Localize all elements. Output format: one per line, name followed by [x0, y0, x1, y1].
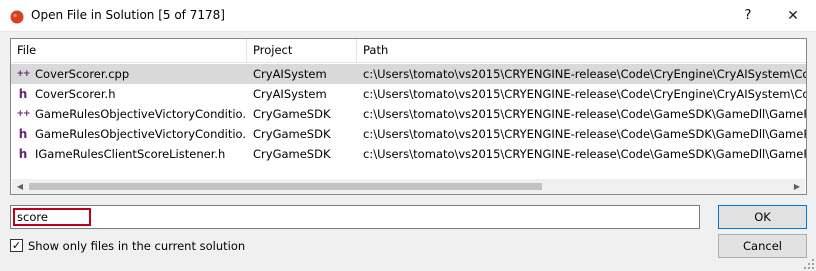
scroll-left-arrow-icon[interactable]: ◀	[12, 179, 28, 194]
file-name-cell: h IGameRulesClientScoreListener.h	[11, 144, 247, 164]
file-name-cell: ++ GameRulesObjectiveVictoryConditio...	[11, 104, 247, 124]
project-cell: CryAISystem	[253, 67, 327, 81]
file-name-text: CoverScorer.cpp	[35, 67, 130, 81]
resize-grip-icon[interactable]	[804, 259, 814, 269]
project-cell: CryGameSDK	[253, 107, 331, 121]
file-name-cell: h GameRulesObjectiveVictoryConditio...	[11, 124, 247, 144]
ok-button[interactable]: OK	[718, 205, 807, 229]
cancel-button[interactable]: Cancel	[718, 234, 807, 258]
search-field-container[interactable]	[10, 205, 700, 229]
header-file-icon: h	[18, 147, 28, 161]
table-row[interactable]: h IGameRulesClientScoreListener.h CryGameS…	[11, 144, 806, 164]
file-name-cell: ++ CoverScorer.cpp	[11, 64, 247, 84]
title-bar: Open File in Solution [5 of 7178] ? ✕	[0, 0, 816, 32]
cpp-file-icon: ++	[16, 69, 30, 79]
column-header-path[interactable]: Path	[357, 39, 806, 62]
help-button[interactable]: ?	[735, 4, 761, 28]
file-name-text: IGameRulesClientScoreListener.h	[35, 147, 226, 161]
search-input[interactable]	[13, 208, 91, 226]
file-rows: ++ CoverScorer.cpp CryAISystem c:\Users\tom…	[11, 64, 806, 164]
file-list[interactable]: File Project Path ++ CoverScorer.cpp CryAI…	[10, 38, 807, 195]
project-cell: CryGameSDK	[253, 147, 331, 161]
path-cell: c:\Users\tomato\vs2015\CRYENGINE-release…	[363, 87, 806, 101]
show-only-solution-checkbox[interactable]: ✓	[10, 239, 23, 252]
path-cell: c:\Users\tomato\vs2015\CRYENGINE-release…	[363, 107, 806, 121]
header-file-icon: h	[18, 127, 28, 141]
table-row[interactable]: h GameRulesObjectiveVictoryConditio... Cry…	[11, 124, 806, 144]
project-cell: CryAISystem	[253, 87, 327, 101]
window-title: Open File in Solution [5 of 7178]	[31, 8, 225, 22]
path-cell: c:\Users\tomato\vs2015\CRYENGINE-release…	[363, 147, 806, 161]
path-cell: c:\Users\tomato\vs2015\CRYENGINE-release…	[363, 67, 806, 81]
cpp-file-icon: ++	[16, 109, 30, 119]
close-button[interactable]: ✕	[778, 4, 808, 28]
column-header-file[interactable]: File	[11, 39, 247, 62]
file-name-text: GameRulesObjectiveVictoryConditio...	[35, 107, 247, 121]
column-header-row: File Project Path	[11, 39, 806, 63]
table-row[interactable]: ++ GameRulesObjectiveVictoryConditio... Cr…	[11, 104, 806, 124]
tomato-app-icon	[10, 10, 24, 24]
scroll-right-arrow-icon[interactable]: ▶	[789, 179, 805, 194]
path-cell: c:\Users\tomato\vs2015\CRYENGINE-release…	[363, 127, 806, 141]
header-file-icon: h	[18, 87, 28, 101]
column-header-project[interactable]: Project	[247, 39, 357, 62]
scrollbar-thumb[interactable]	[29, 183, 542, 190]
table-row[interactable]: ++ CoverScorer.cpp CryAISystem c:\Users\tom…	[11, 64, 806, 84]
table-row[interactable]: h CoverScorer.h CryAISystem c:\Users\tomato…	[11, 84, 806, 104]
show-only-solution-label[interactable]: Show only files in the current solution	[28, 238, 245, 254]
file-name-text: GameRulesObjectiveVictoryConditio...	[35, 127, 247, 141]
file-name-text: CoverScorer.h	[35, 87, 116, 101]
project-cell: CryGameSDK	[253, 127, 331, 141]
file-name-cell: h CoverScorer.h	[11, 84, 247, 104]
horizontal-scrollbar[interactable]: ◀ ▶	[12, 179, 805, 194]
